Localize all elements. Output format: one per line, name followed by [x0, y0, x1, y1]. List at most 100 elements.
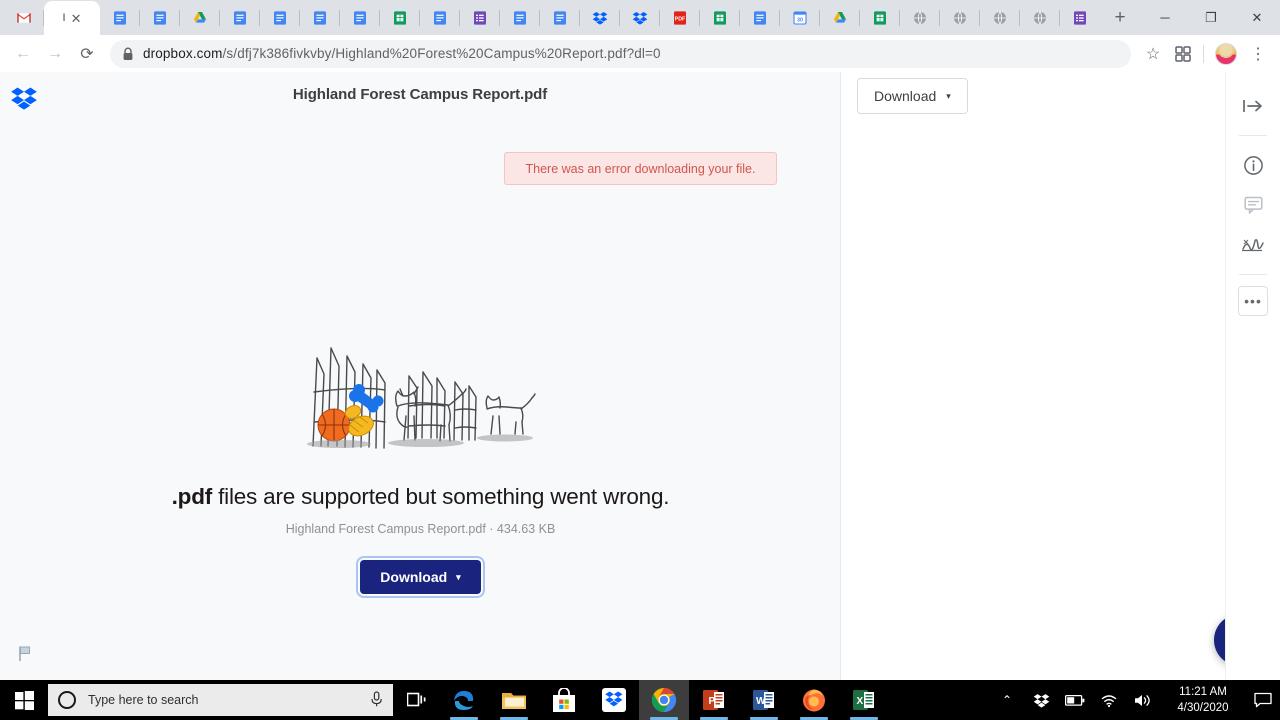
signature-button[interactable] [1235, 225, 1271, 265]
taskbar-edge[interactable] [439, 680, 489, 720]
dropbox-tab-1[interactable] [580, 1, 620, 35]
google-drive-tab-2[interactable] [820, 1, 860, 35]
close-window-button[interactable]: ✕ [1234, 0, 1280, 35]
error-banner-text: There was an error downloading your file… [525, 161, 756, 176]
tab-close-icon[interactable]: ✕ [71, 12, 82, 25]
tray-volume-button[interactable] [1126, 680, 1160, 720]
globe-icon [914, 11, 926, 25]
secondary-download-button[interactable]: Download ▾ [857, 78, 968, 114]
google-docs-tab-4[interactable] [260, 1, 300, 35]
taskbar-powerpoint[interactable]: P [689, 680, 739, 720]
docs-icon [234, 11, 246, 25]
search-box[interactable]: Type here to search [48, 684, 393, 716]
secondary-download-label: Download [874, 88, 937, 104]
forms-icon [1074, 11, 1086, 25]
google-sheets-tab-2[interactable] [700, 1, 740, 35]
gmail-tab[interactable] [4, 1, 44, 35]
google-docs-tab-5[interactable] [300, 1, 340, 35]
google-docs-tab-10[interactable] [740, 1, 780, 35]
file-meta: Highland Forest Campus Report.pdf · 434.… [285, 522, 556, 536]
google-docs-tab-6[interactable] [340, 1, 380, 35]
google-sheets-tab-1[interactable] [380, 1, 420, 35]
lock-icon [123, 47, 133, 60]
collapse-panel-icon [1243, 100, 1262, 112]
dropbox-page: Highland Forest Campus Report.pdf There … [0, 72, 1280, 680]
address-bar-url: dropbox.com/s/dfj7k386fivkvby/Highland%2… [143, 46, 661, 61]
taskbar-chrome[interactable] [639, 680, 689, 720]
battery-icon [1065, 694, 1085, 706]
maximize-button[interactable]: ❐ [1188, 0, 1234, 35]
taskbar-word[interactable]: W [739, 680, 789, 720]
globe-tab-2[interactable] [940, 1, 980, 35]
google-calendar-tab[interactable]: 30 [780, 1, 820, 35]
primary-download-button[interactable]: Download ▾ [356, 556, 485, 598]
reload-button[interactable]: ⟳ [72, 39, 102, 69]
collapse-panel-button[interactable] [1235, 86, 1271, 126]
docs-icon [554, 11, 566, 25]
extensions-icon[interactable] [1169, 40, 1197, 68]
start-button[interactable] [0, 680, 48, 720]
pdf-tab[interactable]: PDF [660, 1, 700, 35]
dropbox-icon [592, 12, 608, 25]
dropbox-tray-icon [1033, 693, 1049, 708]
dropbox-tab-2[interactable] [620, 1, 660, 35]
taskbar-microsoft-store[interactable] [539, 680, 589, 720]
tray-expand-chevron[interactable]: ⌃ [990, 680, 1024, 720]
google-docs-tab-1[interactable] [100, 1, 140, 35]
google-docs-tab-3[interactable] [220, 1, 260, 35]
tray-wifi-button[interactable] [1092, 680, 1126, 720]
chrome-menu-icon[interactable]: ⋮ [1244, 40, 1272, 68]
store-icon [553, 687, 575, 712]
taskbar-file-explorer[interactable] [489, 680, 539, 720]
google-docs-tab-8[interactable] [500, 1, 540, 35]
windows-start-icon [14, 690, 34, 710]
google-sheets-tab-3[interactable] [860, 1, 900, 35]
tab-strip: I ✕ PDF 30 + ─ ❐ ✕ [0, 0, 1280, 35]
google-docs-tab-7[interactable] [420, 1, 460, 35]
file-explorer-icon [502, 693, 526, 709]
globe-tab-1[interactable] [900, 1, 940, 35]
back-button[interactable]: ← [8, 39, 38, 69]
sheets-icon [874, 11, 886, 25]
error-headline-extension: .pdf [171, 484, 213, 509]
taskbar-clock[interactable]: 11:21 AM 4/30/2020 [1160, 680, 1246, 720]
google-drive-tab-1[interactable] [180, 1, 220, 35]
report-flag-button[interactable] [14, 642, 36, 664]
system-tray: ⌃ 11:21 AM 4/30/2020 [990, 680, 1280, 720]
sheets-icon [394, 11, 406, 25]
more-options-button[interactable]: ••• [1238, 286, 1268, 316]
drive-icon [194, 12, 206, 23]
docs-icon [154, 11, 166, 25]
taskbar-dropbox[interactable] [589, 680, 639, 720]
tray-battery-button[interactable] [1058, 680, 1092, 720]
file-info-button[interactable] [1235, 145, 1271, 185]
microphone-icon[interactable] [370, 690, 383, 710]
profile-avatar[interactable] [1215, 42, 1237, 65]
forward-button[interactable]: → [40, 39, 70, 69]
task-view-button[interactable] [393, 680, 439, 720]
new-tab-button[interactable]: + [1106, 4, 1134, 32]
google-docs-tab-9[interactable] [540, 1, 580, 35]
tray-dropbox-button[interactable] [1024, 680, 1058, 720]
google-forms-tab-1[interactable] [460, 1, 500, 35]
address-bar[interactable]: dropbox.com/s/dfj7k386fivkvby/Highland%2… [110, 39, 1131, 68]
taskbar-firefox[interactable] [789, 680, 839, 720]
taskbar-excel[interactable]: X [839, 680, 889, 720]
globe-tab-4[interactable] [1020, 1, 1060, 35]
svg-text:PDF: PDF [675, 16, 686, 22]
comments-button[interactable] [1235, 185, 1271, 225]
google-docs-tab-2[interactable] [140, 1, 180, 35]
active-tab-title: I [62, 12, 66, 24]
error-state-block: .pdf files are supported but something w… [0, 334, 841, 598]
minimize-button[interactable]: ─ [1142, 0, 1188, 35]
pdf-icon: PDF [674, 11, 686, 25]
bookmark-star-icon[interactable]: ☆ [1139, 40, 1167, 68]
google-forms-tab-2[interactable] [1060, 1, 1100, 35]
task-view-icon [406, 692, 425, 707]
drive-icon [834, 12, 846, 23]
action-center-button[interactable] [1246, 680, 1280, 720]
url-domain: dropbox.com [143, 46, 223, 61]
active-tab-dropbox[interactable]: I ✕ [44, 1, 100, 35]
signature-icon [1242, 239, 1264, 252]
globe-tab-3[interactable] [980, 1, 1020, 35]
